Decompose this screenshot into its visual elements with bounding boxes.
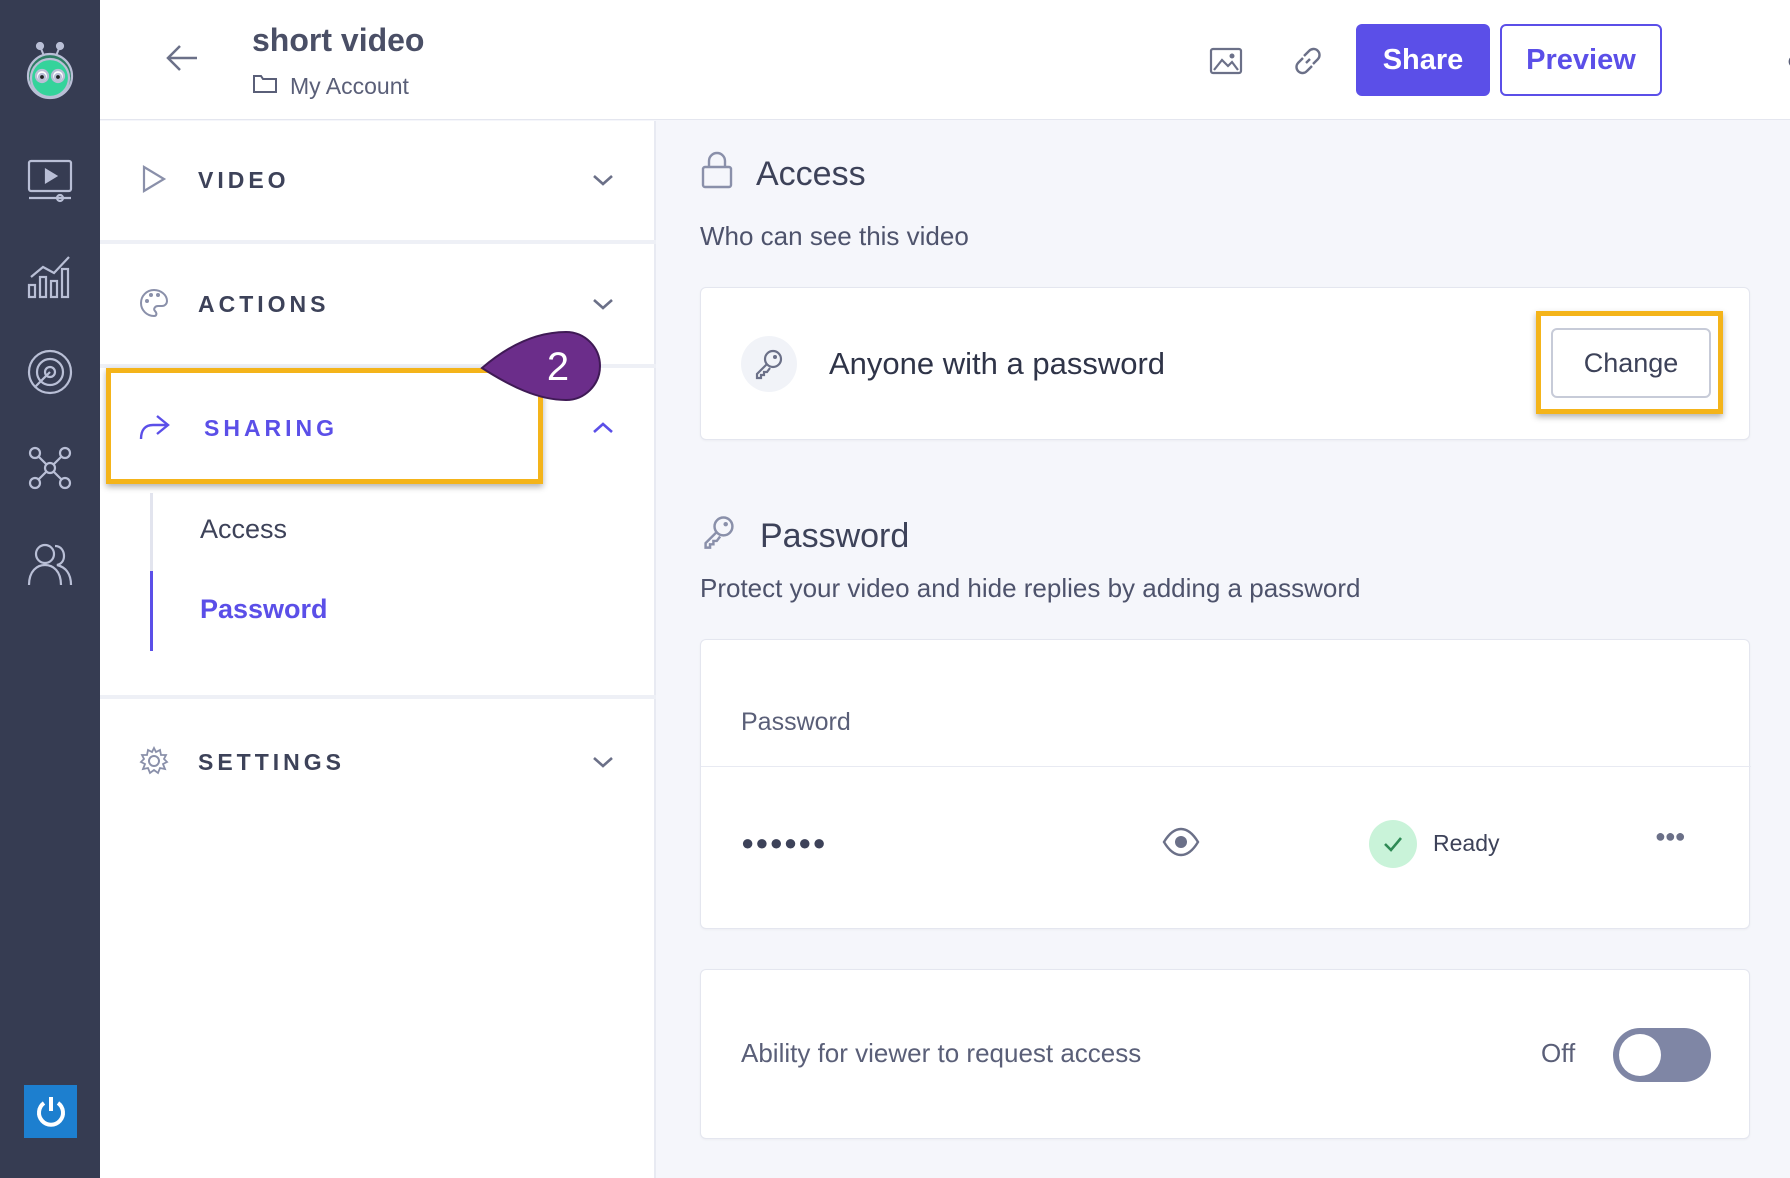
back-arrow-icon[interactable] (160, 36, 204, 80)
sidebar-section-settings[interactable]: SETTINGS (100, 703, 656, 823)
sidebar-section-label: VIDEO (198, 167, 290, 193)
key-icon (741, 336, 797, 392)
password-card: Password ●●●●●● Ready ●●● (700, 639, 1751, 929)
sidebar-item-password[interactable]: Password (200, 594, 328, 625)
access-subtitle: Who can see this video (700, 221, 969, 251)
gear-icon (136, 743, 172, 779)
chevron-down-icon[interactable] (588, 289, 618, 319)
analytics-icon[interactable] (22, 248, 78, 304)
thumbnail-image-icon[interactable] (1203, 38, 1249, 84)
request-access-toggle[interactable] (1613, 1028, 1711, 1082)
breadcrumb-label: My Account (290, 72, 409, 99)
chevron-down-icon[interactable] (588, 165, 618, 195)
password-status: Ready (1433, 830, 1500, 856)
targeting-icon[interactable] (22, 344, 78, 400)
access-setting-text: Anyone with a password (829, 346, 1166, 381)
password-subtitle: Protect your video and hide replies by a… (700, 573, 1361, 603)
password-heading-text: Password (760, 517, 910, 555)
palette-icon (136, 285, 172, 321)
request-access-state: Off (1541, 1038, 1576, 1068)
page-title: short video (252, 22, 425, 58)
power-icon[interactable] (24, 1085, 77, 1138)
highlight-box-sharing (106, 368, 543, 484)
chevron-up-icon[interactable] (588, 413, 618, 443)
more-options-icon[interactable]: ●●● (1786, 44, 1790, 78)
divider (100, 240, 656, 244)
videos-icon[interactable] (22, 152, 78, 208)
divider (100, 695, 656, 699)
integrations-icon[interactable] (22, 440, 78, 496)
step-marker-icon: 2 (480, 330, 601, 402)
key-icon (700, 513, 738, 560)
request-access-label: Ability for viewer to request access (741, 1038, 1142, 1068)
play-icon (136, 161, 172, 197)
submenu-active-bar (150, 571, 153, 651)
highlight-box-change (1536, 311, 1723, 414)
sidebar-section-label: SETTINGS (198, 749, 346, 775)
contacts-icon[interactable] (22, 536, 78, 592)
submenu-track (150, 493, 153, 573)
password-heading: Password (700, 513, 909, 560)
chevron-down-icon[interactable] (588, 747, 618, 777)
settings-sidebar: VIDEO ACTIONS SHARING Access Password SE… (100, 121, 656, 1178)
sidebar-section-label: ACTIONS (198, 291, 330, 317)
preview-button[interactable]: Preview (1500, 24, 1662, 96)
password-more-icon[interactable]: ●●● (1655, 826, 1686, 847)
link-icon[interactable] (1285, 38, 1331, 84)
folder-icon (252, 72, 278, 100)
password-masked-value: ●●●●●● (741, 830, 827, 855)
app-logo-icon[interactable] (24, 41, 76, 100)
share-button[interactable]: Share (1356, 24, 1490, 96)
lock-icon (700, 151, 734, 198)
check-icon (1369, 820, 1417, 868)
eye-icon[interactable] (1161, 822, 1201, 862)
sidebar-item-access[interactable]: Access (200, 514, 287, 545)
step-number: 2 (547, 345, 569, 389)
sidebar-section-video[interactable]: VIDEO (100, 121, 656, 241)
password-column-label: Password (741, 708, 851, 736)
toggle-knob (1619, 1034, 1661, 1076)
access-heading: Access (700, 151, 866, 198)
access-heading-text: Access (756, 155, 866, 193)
request-access-card: Ability for viewer to request access Off (700, 969, 1750, 1139)
top-bar: short video My Account Share Preview ●●● (100, 0, 1790, 120)
breadcrumb[interactable]: My Account (252, 72, 409, 100)
app-rail (0, 0, 100, 1178)
divider (701, 766, 1751, 767)
